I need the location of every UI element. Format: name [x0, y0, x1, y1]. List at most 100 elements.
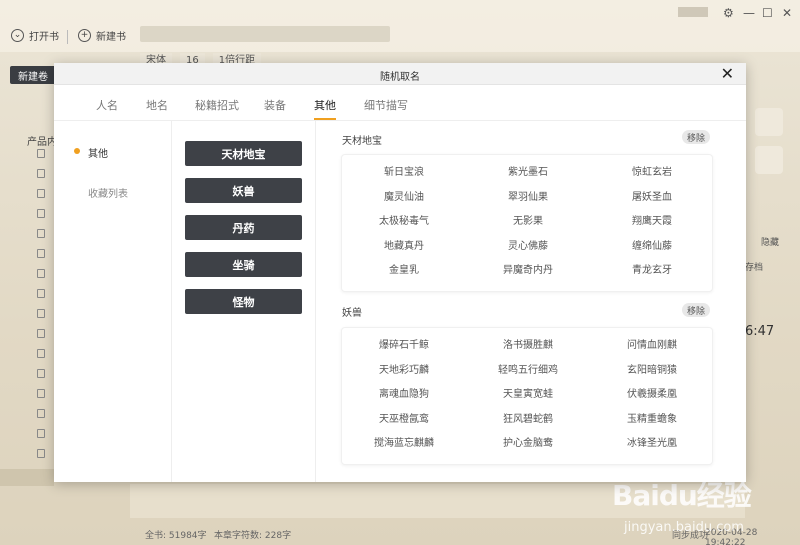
open-book-button[interactable]: ⌄ 打开书 — [11, 28, 59, 43]
active-tab-indicator — [314, 118, 336, 120]
document-icon[interactable] — [37, 389, 45, 398]
name-item[interactable]: 玉精重蟾象 — [590, 413, 714, 428]
name-item[interactable]: 护心金脑鸯 — [466, 437, 590, 452]
type-beast-button[interactable]: 妖兽 — [185, 178, 302, 203]
remove-group-button[interactable]: 移除 — [682, 303, 710, 317]
plus-icon: + — [78, 29, 91, 42]
document-icon[interactable] — [37, 249, 45, 258]
dialog-header: 随机取名 ✕ — [54, 63, 746, 85]
tab-other[interactable]: 其他 — [314, 97, 336, 113]
name-item[interactable]: 狂风碧蛇鹤 — [466, 413, 590, 428]
name-item[interactable]: 金皇乳 — [342, 264, 466, 279]
name-item[interactable]: 地藏真丹 — [342, 240, 466, 255]
name-item[interactable]: 伏羲摄柔凰 — [590, 388, 714, 403]
tab-place-names[interactable]: 地名 — [146, 97, 168, 113]
chapter-tree — [0, 100, 54, 500]
name-item[interactable]: 问情血刚麒 — [590, 339, 714, 354]
name-item[interactable]: 爆碎石千鲸 — [342, 339, 466, 354]
total-word-count: 全书: 51984字 — [145, 531, 207, 541]
document-icon[interactable] — [37, 289, 45, 298]
name-item[interactable]: 屠妖圣血 — [590, 191, 714, 206]
app-toolbar: ⌄ 打开书 + 新建书 ⚙ — ☐ ✕ — [0, 0, 800, 52]
maximize-icon[interactable]: ☐ — [762, 6, 773, 20]
name-grid: 爆碎石千鲸 洛书摄胜麒 问情血刚麒 天地彩巧麟 轻鸣五行细鸡 玄阳暗铜猿 离魂血… — [342, 339, 714, 452]
name-item[interactable]: 轻鸣五行细鸡 — [466, 364, 590, 379]
document-icon[interactable] — [37, 189, 45, 198]
window-close-icon[interactable]: ✕ — [782, 6, 792, 20]
category-list: 其他 收藏列表 — [54, 121, 172, 482]
user-name-blurred — [678, 7, 708, 17]
category-favorites-label: 收藏列表 — [88, 189, 128, 200]
document-icon[interactable] — [37, 309, 45, 318]
tab-equipment[interactable]: 装备 — [264, 97, 286, 113]
name-item[interactable]: 惊虹玄岩 — [590, 166, 714, 181]
name-item[interactable]: 天巫橙氤鸾 — [342, 413, 466, 428]
open-book-label: 打开书 — [29, 32, 59, 43]
document-icon[interactable] — [37, 429, 45, 438]
type-treasure-button[interactable]: 天材地宝 — [185, 141, 302, 166]
document-icon[interactable] — [37, 169, 45, 178]
document-icon[interactable] — [37, 229, 45, 238]
name-item[interactable]: 天皇寅宽蛙 — [466, 388, 590, 403]
name-item[interactable]: 离魂血隐狗 — [342, 388, 466, 403]
toolbar-divider — [67, 30, 68, 44]
name-item[interactable]: 魔灵仙油 — [342, 191, 466, 206]
name-item[interactable]: 翠羽仙果 — [466, 191, 590, 206]
type-list: 天材地宝 妖兽 丹药 坐骑 怪物 — [172, 121, 316, 482]
name-item[interactable]: 青龙玄牙 — [590, 264, 714, 279]
book-title-blurred — [140, 26, 390, 42]
name-item[interactable]: 异魔奇内丹 — [466, 264, 590, 279]
name-item[interactable]: 斩日宝浪 — [342, 166, 466, 181]
name-item[interactable]: 灵心佛藤 — [466, 240, 590, 255]
group-title-beast: 妖兽 — [342, 308, 362, 319]
tab-person-names[interactable]: 人名 — [96, 97, 118, 113]
type-pill-button[interactable]: 丹药 — [185, 215, 302, 240]
dialog-title: 随机取名 — [380, 72, 420, 83]
name-item[interactable]: 天地彩巧麟 — [342, 364, 466, 379]
name-item[interactable]: 玄阳暗铜猿 — [590, 364, 714, 379]
close-icon[interactable]: ✕ — [721, 64, 734, 83]
name-item[interactable]: 太极秘毒气 — [342, 215, 466, 230]
document-icon[interactable] — [37, 349, 45, 358]
document-icon[interactable] — [37, 329, 45, 338]
tab-martial-arts[interactable]: 秘籍招式 — [195, 97, 239, 113]
document-icon[interactable] — [37, 209, 45, 218]
new-volume-button[interactable]: 新建卷 — [10, 66, 56, 84]
minimize-icon[interactable]: — — [743, 6, 755, 20]
edit-icon[interactable] — [755, 108, 783, 136]
tab-bar: 人名 地名 秘籍招式 装备 其他 细节描写 — [54, 85, 746, 121]
timer-readout: 6:47 — [745, 324, 775, 339]
hide-label[interactable]: 隐藏 — [761, 235, 779, 248]
name-item[interactable]: 无影果 — [466, 215, 590, 230]
tree-volume-label[interactable]: 产品内 — [27, 133, 57, 148]
right-side-panel: 隐藏 存档 6:47 — [745, 52, 800, 502]
document-icon[interactable] — [37, 269, 45, 278]
type-mount-button[interactable]: 坐骑 — [185, 252, 302, 277]
document-icon[interactable] — [37, 409, 45, 418]
document-icon[interactable] — [37, 449, 45, 458]
category-other-label: 其他 — [88, 149, 108, 160]
tab-detail-description[interactable]: 细节描写 — [364, 97, 408, 113]
document-icon[interactable] — [37, 149, 45, 158]
name-card-treasure: 斩日宝浪 紫光墨石 惊虹玄岩 魔灵仙油 翠羽仙果 屠妖圣血 太极秘毒气 无影果 … — [341, 154, 713, 292]
group-title-treasure: 天材地宝 — [342, 136, 382, 147]
name-item[interactable]: 搅海蓝忘麒麟 — [342, 437, 466, 452]
document-icon[interactable] — [37, 369, 45, 378]
archive-label[interactable]: 存档 — [745, 260, 763, 273]
name-item[interactable]: 翔鹰天霞 — [590, 215, 714, 230]
new-book-button[interactable]: + 新建书 — [78, 28, 126, 43]
selected-chapter-row[interactable] — [0, 469, 54, 486]
type-monster-button[interactable]: 怪物 — [185, 289, 302, 314]
name-item[interactable]: 紫光墨石 — [466, 166, 590, 181]
name-card-beast: 爆碎石千鲸 洛书摄胜麒 问情血刚麒 天地彩巧麟 轻鸣五行细鸡 玄阳暗铜猿 离魂血… — [341, 327, 713, 465]
name-item[interactable]: 冰锋圣光凰 — [590, 437, 714, 452]
chapter-char-count: 本章字符数: 228字 — [214, 531, 292, 541]
name-item[interactable]: 洛书摄胜麒 — [466, 339, 590, 354]
name-item[interactable]: 缠绵仙藤 — [590, 240, 714, 255]
gear-icon[interactable]: ⚙ — [723, 6, 734, 20]
remove-group-button[interactable]: 移除 — [682, 130, 710, 144]
name-grid: 斩日宝浪 紫光墨石 惊虹玄岩 魔灵仙油 翠羽仙果 屠妖圣血 太极秘毒气 无影果 … — [342, 166, 714, 279]
active-dot-icon — [74, 148, 80, 154]
random-name-dialog: 随机取名 ✕ 人名 地名 秘籍招式 装备 其他 细节描写 其他 收藏列表 天材地… — [54, 63, 746, 482]
clock-icon[interactable] — [755, 146, 783, 174]
